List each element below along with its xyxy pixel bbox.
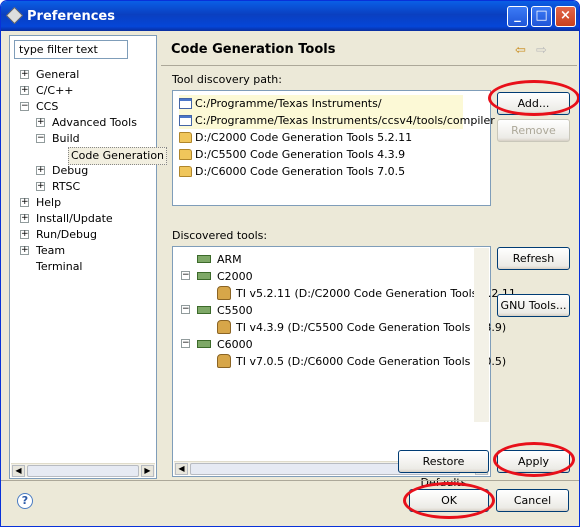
restore-defaults-button[interactable]: Restore Defaults (398, 450, 489, 489)
minimize-icon[interactable]: _ (507, 6, 528, 27)
forward-arrow-icon[interactable]: ⇨ (536, 43, 547, 58)
folder-icon (179, 166, 192, 177)
scroll-right-icon[interactable]: ▶ (141, 465, 154, 477)
document-icon (179, 98, 192, 109)
filter-input[interactable]: type filter text (14, 40, 128, 59)
tree-item-label: CCS (36, 100, 59, 113)
footer-divider (1, 480, 579, 481)
add-highlight-ring (488, 80, 579, 116)
app-icon (6, 7, 23, 24)
folder-icon (179, 132, 192, 143)
discovery-path-row[interactable]: C:/Programme/Texas Instruments/ (179, 95, 463, 112)
tree-item-label: RTSC (52, 180, 81, 193)
discovery-path-text: C:/Programme/Texas Instruments/ccsv4/too… (195, 114, 495, 127)
tree-item-label: Help (36, 196, 62, 209)
collapse-icon[interactable]: − (20, 102, 29, 111)
apply-highlight-ring (493, 442, 575, 477)
tree-item-label: C/C++ (36, 84, 74, 97)
back-arrow-icon[interactable]: ⇦ (515, 43, 526, 58)
tools-vertical-scrollbar[interactable] (474, 248, 489, 422)
expand-icon[interactable]: + (20, 198, 29, 207)
tree-item-label: Build (52, 132, 80, 145)
preference-page: Code Generation Tools ⇦ ⇨ Tool discovery… (161, 35, 579, 489)
expand-icon[interactable]: + (36, 166, 45, 175)
expand-icon[interactable]: + (20, 70, 29, 79)
refresh-button[interactable]: Refresh (497, 247, 570, 270)
folder-icon (179, 149, 192, 160)
scroll-thumb[interactable] (27, 465, 139, 477)
page-navigation: ⇦ ⇨ (515, 43, 567, 58)
chip-icon (197, 255, 211, 263)
discovery-path-text: C:/Programme/Texas Instruments/ (195, 97, 382, 110)
tool-family-label: ARM (217, 253, 242, 266)
discovery-path-row[interactable]: D:/C2000 Code Generation Tools 5.2.11 (179, 129, 463, 146)
tree-item-label: Run/Debug (36, 228, 97, 241)
discovery-path-text: D:/C6000 Code Generation Tools 7.0.5 (195, 165, 406, 178)
gnu-tools-button[interactable]: GNU Tools... (497, 294, 570, 317)
tree-item-label: Terminal (36, 260, 83, 273)
preference-tree-panel: type filter text + General + C/C++ − CCS + Adva… (9, 35, 168, 479)
expand-icon[interactable]: + (36, 118, 45, 127)
scroll-left-icon[interactable]: ◀ (12, 465, 25, 477)
collapse-icon[interactable]: − (181, 305, 190, 314)
discovered-tools-tree[interactable]: ARM − C2000 TI v5.2.11 (D:/C2000 Code Gener… (172, 246, 516, 477)
tool-family-label: C5500 (217, 304, 253, 317)
preferences-window: Preferences _ □ × type filter text + Gene… (0, 0, 580, 527)
chip-icon (197, 340, 211, 348)
collapse-icon[interactable]: − (36, 134, 45, 143)
discovered-tools-label: Discovered tools: (172, 229, 268, 242)
expand-icon[interactable]: + (20, 214, 29, 223)
compiler-tool-icon (217, 320, 231, 334)
tree-item-label: Team (36, 244, 66, 257)
page-title: Code Generation Tools (171, 42, 336, 57)
window-title: Preferences (27, 9, 115, 24)
tree-item-label: Debug (52, 164, 89, 177)
ok-highlight-ring (403, 482, 495, 519)
remove-button[interactable]: Remove (497, 119, 570, 142)
expand-icon[interactable]: + (20, 246, 29, 255)
expand-icon[interactable]: + (20, 86, 29, 95)
discovery-path-text: D:/C2000 Code Generation Tools 5.2.11 (195, 131, 413, 144)
discovery-path-row[interactable]: D:/C6000 Code Generation Tools 7.0.5 (179, 163, 463, 180)
tools-scroll-left-icon[interactable]: ◀ (175, 463, 188, 475)
collapse-icon[interactable]: − (181, 271, 190, 280)
tool-version-label: TI v4.3.9 (D:/C5500 Code Generation Tool… (236, 321, 507, 334)
cancel-button[interactable]: Cancel (496, 489, 569, 512)
discovery-path-text: D:/C5500 Code Generation Tools 4.3.9 (195, 148, 406, 161)
help-icon[interactable]: ? (17, 493, 33, 509)
discovery-path-label: Tool discovery path: (172, 73, 282, 86)
compiler-tool-icon (217, 354, 231, 368)
tree-item-label: General (36, 68, 80, 81)
tool-family-label: C6000 (217, 338, 253, 351)
tree-item-label: Install/Update (36, 212, 113, 225)
discovery-path-list[interactable]: C:/Programme/Texas Instruments/C:/Progra… (172, 90, 495, 206)
maximize-icon[interactable]: □ (531, 6, 552, 27)
chip-icon (197, 306, 211, 314)
header-divider (161, 65, 577, 66)
expand-icon[interactable]: + (36, 182, 45, 191)
collapse-icon[interactable]: − (181, 339, 190, 348)
expand-icon[interactable]: + (20, 230, 29, 239)
close-icon[interactable]: × (555, 6, 576, 27)
tool-version-label: TI v7.0.5 (D:/C6000 Code Generation Tool… (236, 355, 507, 368)
discovery-path-row[interactable]: D:/C5500 Code Generation Tools 4.3.9 (179, 146, 463, 163)
tree-horizontal-scrollbar[interactable]: ◀ ▶ (11, 463, 155, 477)
compiler-tool-icon (217, 286, 231, 300)
chip-icon (197, 272, 211, 280)
discovery-path-row[interactable]: C:/Programme/Texas Instruments/ccsv4/too… (179, 112, 495, 129)
tool-family-label: C2000 (217, 270, 253, 283)
tree-item-label: Advanced Tools (52, 116, 137, 129)
title-bar[interactable]: Preferences _ □ × (1, 1, 579, 31)
document-icon (179, 115, 192, 126)
